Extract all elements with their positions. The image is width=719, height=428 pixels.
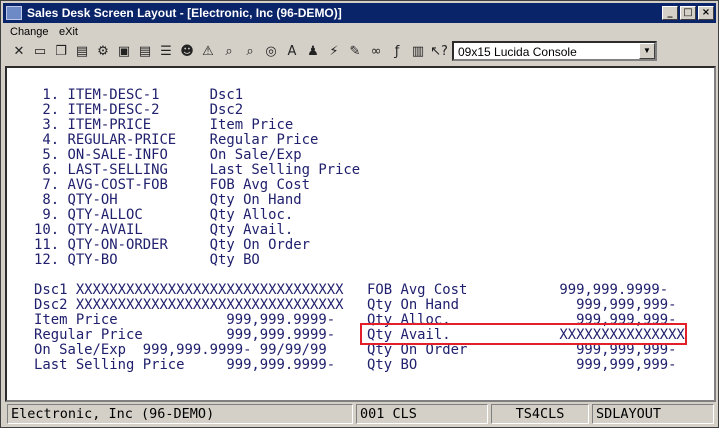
layout-left-line: Dsc1 XXXXXXXXXXXXXXXXXXXXXXXXXXXXXXXX [34,282,344,298]
field-list-line: 2. ITEM-DESC-2 Dsc2 [34,102,244,118]
warning-icon[interactable]: ⚠ [198,42,218,62]
status-code: 001 CLS [356,404,488,424]
menu-exit[interactable]: eXit [59,26,78,38]
find-icon[interactable]: ⌕ [219,42,239,62]
layout-left-line: Regular Price 999,999.9999- [34,327,336,343]
layout-left-line: Last Selling Price 999,999.9999- [34,357,336,373]
list-view-icon[interactable]: ▥ [408,42,428,62]
window-title: Sales Desk Screen Layout - [Electronic, … [27,6,342,20]
link-icon[interactable]: ∞ [366,42,386,62]
globe-icon[interactable]: ◎ [261,42,281,62]
field-list-line: 10. QTY-AVAIL Qty Avail. [34,222,294,238]
chevron-down-icon[interactable]: ▼ [639,43,655,59]
layout-right-line: Qty On Hand 999,999,999- [367,297,677,313]
field-list-line: 3. ITEM-PRICE Item Price [34,117,294,133]
font-icon[interactable]: A [282,42,302,62]
person-icon[interactable]: ♟ [303,42,323,62]
font-select[interactable]: 09x15 Lucida Console ▼ [452,41,657,61]
field-list-line: 1. ITEM-DESC-1 Dsc1 [34,87,244,103]
app-window: Sales Desk Screen Layout - [Electronic, … [0,0,719,428]
layout-left-line: Dsc2 XXXXXXXXXXXXXXXXXXXXXXXXXXXXXXXX [34,297,344,313]
paste-icon[interactable]: ▤ [72,42,92,62]
layout-right-line: Qty BO 999,999,999- [367,357,677,373]
field-list-line: 11. QTY-ON-ORDER Qty On Order [34,237,310,253]
close-button[interactable]: × [698,6,714,20]
menu-bar: Change eXit [3,24,716,42]
status-program: SDLAYOUT [592,404,714,424]
app-icon [6,6,22,20]
field-list-line: 9. QTY-ALLOC Qty Alloc. [34,207,294,223]
close-x-icon[interactable]: ✕ [9,42,29,62]
layout-right-line: FOB Avg Cost 999,999.9999- [367,282,669,298]
field-list-line: 6. LAST-SELLING Last Selling Price [34,162,361,178]
search-icon[interactable]: ⌕ [240,42,260,62]
user-icon[interactable]: ☻ [177,42,197,62]
edit-icon[interactable]: ✎ [345,42,365,62]
function-icon[interactable]: ƒ [387,42,407,62]
status-ts: TS4CLS [491,404,589,424]
status-bar: Electronic, Inc (96-DEMO) 001 CLS TS4CLS… [5,404,716,424]
settings-icon[interactable]: ⚙ [93,42,113,62]
window-icon[interactable]: ▣ [114,42,134,62]
title-bar: Sales Desk Screen Layout - [Electronic, … [3,3,716,23]
layout-preview-left: Dsc1 XXXXXXXXXXXXXXXXXXXXXXXXXXXXXXXX Dsc… [34,283,343,373]
field-list-line: 7. AVG-COST-FOB FOB Avg Cost [34,177,310,193]
field-list: 1. ITEM-DESC-1 Dsc1 2. ITEM-DESC-2 Dsc2 … [34,88,360,268]
field-list-line: 8. QTY-OH Qty On Hand [34,192,302,208]
help-pointer-icon[interactable]: ↖? [429,42,449,62]
minimize-button[interactable]: _ [662,6,678,20]
field-list-line: 5. ON-SALE-INFO On Sale/Exp [34,147,302,163]
maximize-button[interactable]: □ [680,6,696,20]
field-list-line: 4. REGULAR-PRICE Regular Price [34,132,319,148]
status-company: Electronic, Inc (96-DEMO) [7,404,353,424]
layout-left-line: On Sale/Exp 999,999.9999- 99/99/99 [34,342,327,358]
menu-change[interactable]: Change [10,26,49,38]
new-page-icon[interactable]: ▭ [30,42,50,62]
font-select-value: 09x15 Lucida Console [458,45,577,59]
layout-right-line: Qty On Order 999,999,999- [367,342,677,358]
field-list-line: 12. QTY-BO Qty BO [34,252,260,268]
layout-left-line: Item Price 999,999.9999- [34,312,336,328]
terminal-screen: 1. ITEM-DESC-1 Dsc1 2. ITEM-DESC-2 Dsc2 … [5,66,716,402]
page-icon[interactable]: ▤ [135,42,155,62]
copy-icon[interactable]: ❐ [51,42,71,62]
list-icon[interactable]: ☰ [156,42,176,62]
selected-field-highlight [360,323,687,345]
lightning-icon[interactable]: ⚡ [324,42,344,62]
